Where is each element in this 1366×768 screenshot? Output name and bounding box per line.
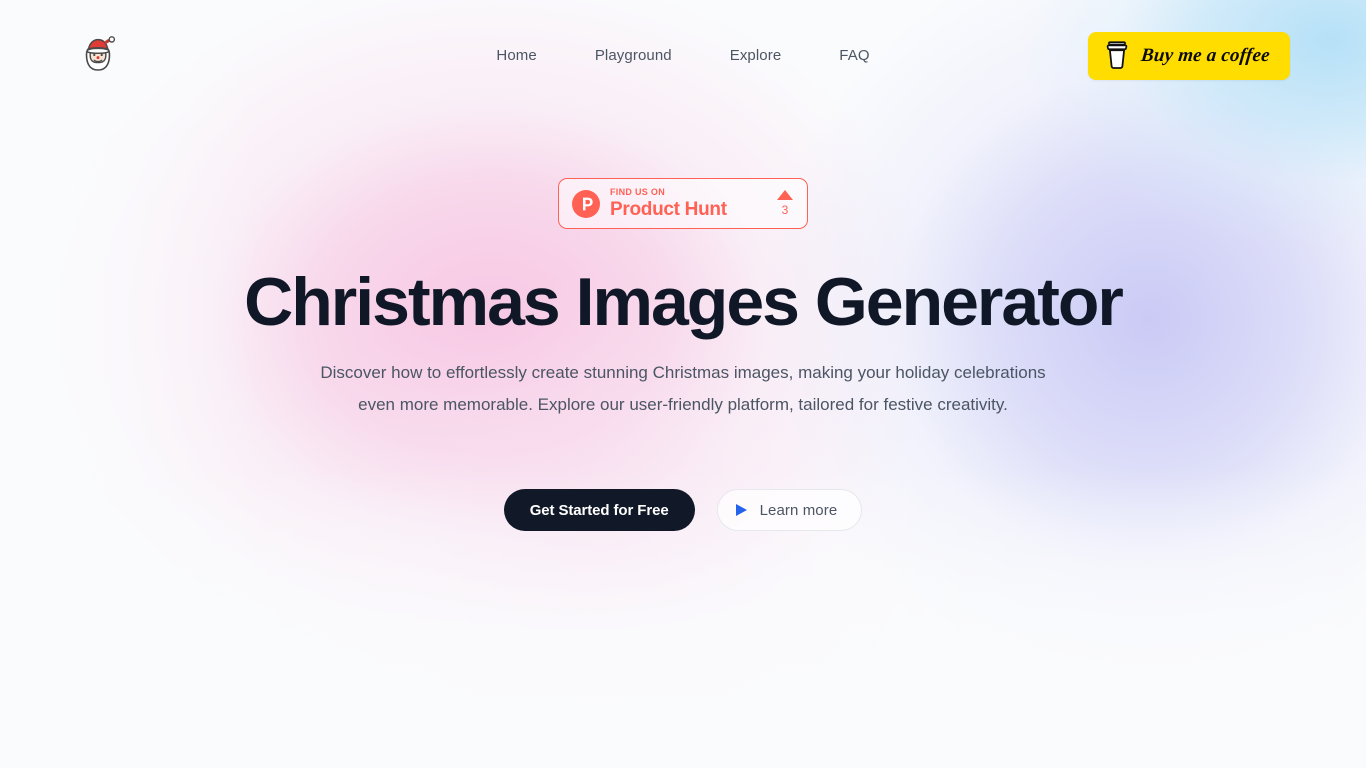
buy-me-a-coffee-label: Buy me a coffee (1140, 45, 1272, 66)
hero-subtitle: Discover how to effortlessly create stun… (320, 363, 1046, 414)
nav-link-explore[interactable]: Explore (701, 44, 811, 68)
product-hunt-upvote[interactable]: 3 (777, 190, 793, 217)
hero-actions: Get Started for Free Learn more (0, 489, 1366, 531)
product-hunt-text-block: FIND US ON Product Hunt (610, 187, 771, 220)
buy-me-a-coffee-button[interactable]: Buy me a coffee (1088, 32, 1290, 80)
product-hunt-logo-icon (572, 189, 600, 218)
nav-link-home[interactable]: Home (467, 44, 565, 68)
product-hunt-title: Product Hunt (610, 199, 727, 220)
product-hunt-badge[interactable]: FIND US ON Product Hunt 3 (558, 178, 808, 229)
learn-more-label: Learn more (759, 501, 838, 519)
coffee-cup-icon (1104, 40, 1130, 73)
site-header: Home Playground Explore FAQ Buy me a cof… (0, 0, 1366, 112)
learn-more-button[interactable]: Learn more (716, 489, 863, 531)
play-icon (735, 504, 747, 516)
product-hunt-eyebrow: FIND US ON (610, 187, 666, 197)
page-root: Home Playground Explore FAQ Buy me a cof… (0, 0, 1366, 768)
upvote-triangle-icon (777, 190, 793, 200)
nav-link-faq[interactable]: FAQ (810, 44, 898, 68)
nav-link-playground[interactable]: Playground (566, 44, 701, 68)
page-title: Christmas Images Generator (244, 264, 1124, 340)
product-hunt-vote-count: 3 (781, 203, 789, 217)
get-started-button[interactable]: Get Started for Free (503, 489, 695, 531)
